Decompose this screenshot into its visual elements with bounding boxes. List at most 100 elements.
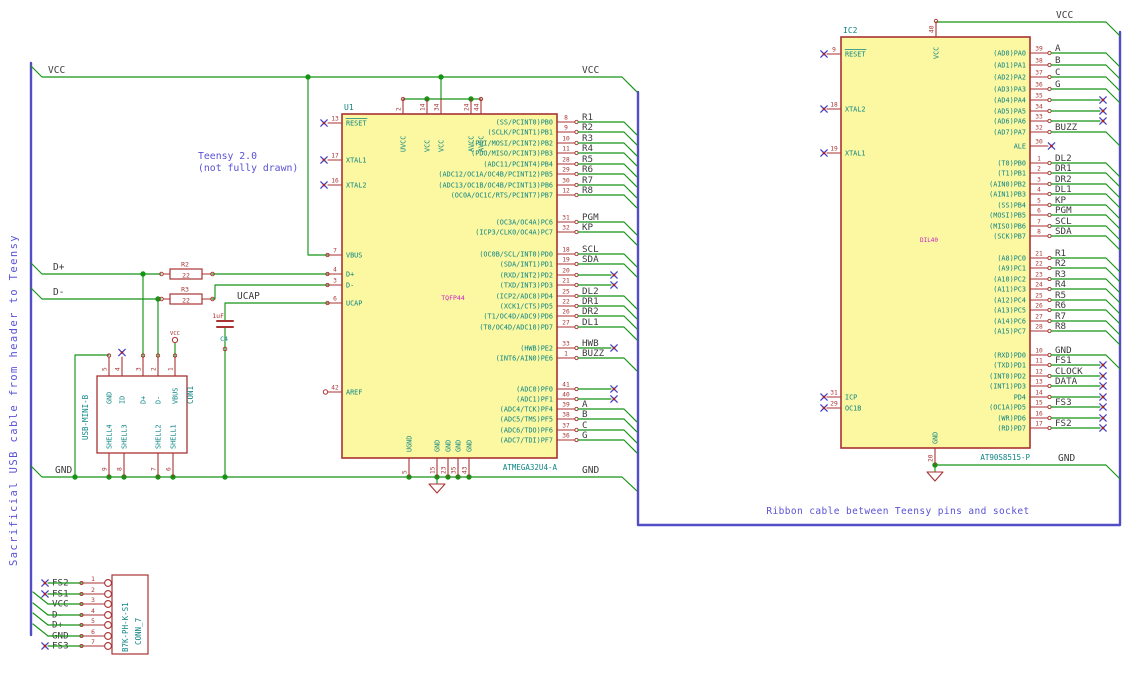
pin-number: 9	[564, 125, 568, 132]
pin-number: 27	[562, 320, 570, 327]
net-label: R8	[1055, 321, 1066, 332]
no-connect-icon	[612, 346, 616, 350]
pin-number: 20	[562, 268, 570, 275]
pin-number: 13	[331, 116, 339, 123]
pin-name: (A15)PC7	[993, 327, 1026, 335]
net-label-vcc: VCC	[582, 65, 599, 76]
wire	[577, 194, 638, 209]
pin-number: 7	[1037, 219, 1041, 226]
pin-name: (TXD)PD1	[993, 361, 1026, 369]
u1-footprint: TQFP44	[441, 294, 465, 302]
pin-number: 7	[333, 248, 337, 255]
no-connect-icon	[612, 397, 616, 401]
net-label: B	[1055, 55, 1061, 66]
pin-number: 26	[562, 309, 570, 316]
wire	[32, 602, 49, 616]
net-label-vcc: VCC	[48, 65, 65, 76]
pin-name: (OC1A)PD5	[989, 403, 1026, 411]
pin-number: 31	[830, 390, 838, 397]
net-label: R8	[582, 185, 593, 196]
pin-number: 26	[1035, 303, 1043, 310]
pin-name: (A10)PC2	[993, 275, 1026, 283]
pin-name: (SDA/INT1)PD1	[500, 260, 553, 268]
pin-number: 7	[91, 639, 95, 646]
no-connect-icon	[612, 283, 616, 287]
pin-name: (AD0)PA0	[993, 49, 1026, 57]
pin-number: 3	[91, 597, 95, 604]
pin-number: 11	[1035, 358, 1043, 365]
net-label: DL1	[582, 317, 599, 328]
pin-number: 18	[830, 102, 838, 109]
pin-number: 38	[562, 412, 570, 419]
pin-number: 4	[115, 367, 122, 371]
pin-number: 16	[331, 178, 339, 185]
pin-name: (T0/OC4D/ADC10)PD7	[479, 323, 553, 331]
no-connect-icon	[1101, 416, 1105, 420]
pin-name: (A11)PC3	[993, 285, 1026, 293]
pin-name: (TXD/INT3)PD3	[500, 281, 553, 289]
no-connect-icon	[612, 273, 616, 277]
wire	[935, 21, 1121, 37]
pin-name: VCC	[437, 140, 445, 152]
pin-number: 15	[430, 466, 437, 474]
pin-number: 10	[1035, 348, 1043, 355]
pin-number: 8	[117, 467, 124, 471]
pin-number: 30	[1035, 139, 1043, 146]
net-label: A	[1055, 43, 1061, 54]
wire	[30, 65, 638, 93]
pin-number: 28	[1035, 324, 1043, 331]
pin-name: GND	[454, 440, 462, 452]
no-connect-icon	[822, 151, 826, 155]
net-label: SDA	[1055, 226, 1072, 237]
pin-number: 14	[420, 103, 427, 111]
pin-name: SHELL3	[120, 424, 128, 449]
no-connect-icon	[1101, 98, 1105, 102]
pin-name: (ICP2/ADC8)PD4	[496, 292, 553, 300]
pin-name: RESET	[346, 119, 366, 127]
pin-number: 37	[1035, 70, 1043, 77]
ground-icon	[428, 483, 446, 494]
no-connect-icon	[322, 158, 326, 162]
no-connect-icon	[822, 406, 826, 410]
pin-name: XTAL1	[346, 156, 366, 164]
pin-name: (XCK1/CTS)PD5	[500, 302, 553, 310]
pin-number: 24	[1035, 282, 1043, 289]
pin-name: XTAL2	[845, 105, 865, 113]
junction-dot	[72, 474, 78, 480]
pin-number: 32	[562, 225, 570, 232]
pin-name: (INT6/AIN0)PE6	[496, 354, 553, 362]
pin-name: RESET	[845, 50, 865, 58]
pin-number: 42	[331, 385, 339, 392]
no-connect-icon	[1101, 109, 1105, 113]
pin-number: 20	[928, 454, 935, 462]
pin-name: (MISO)PB6	[989, 222, 1026, 230]
pin-number: 34	[1035, 104, 1043, 111]
pin-number: 6	[333, 296, 337, 303]
ic2-reference: IC2	[843, 26, 858, 35]
pin-number: 12	[562, 188, 570, 195]
pin-number: 40	[929, 25, 936, 33]
net-label-vcc: VCC	[1056, 10, 1073, 21]
schematic-canvas: Sacrificial USB cable from header to Tee…	[8, 10, 1122, 655]
net-label: FS1	[1055, 355, 1072, 366]
junction-dot	[305, 74, 311, 80]
pin-name: (INT1)PD3	[989, 382, 1026, 390]
pin-number: 3	[136, 367, 143, 371]
net-label: R6	[1055, 300, 1066, 311]
c4-value: 1uF	[212, 312, 224, 320]
pin-name: (AD5)PA5	[993, 107, 1026, 115]
no-connect-icon	[43, 592, 47, 596]
pin-number: 39	[562, 402, 570, 409]
pin-name: (OC3A/OC4A)PC6	[496, 218, 553, 226]
pin-name: (SCK)PB7	[993, 232, 1026, 240]
pin-number: 9	[102, 467, 109, 471]
pin-number: 2	[151, 367, 158, 371]
net-label: R6	[582, 164, 593, 175]
pin-name: (A14)PC6	[993, 317, 1026, 325]
con1-value: USB-MINI-B	[81, 394, 90, 440]
r3-reference: R3	[181, 286, 189, 294]
pin-name: (ADC4/TCK)PF4	[500, 405, 553, 413]
pin-name: (SS)PB4	[997, 201, 1026, 209]
pin-number: 33	[562, 341, 570, 348]
pin-name: (ADC13/OC1B/OC4B/PCINT13)PB6	[438, 181, 553, 189]
